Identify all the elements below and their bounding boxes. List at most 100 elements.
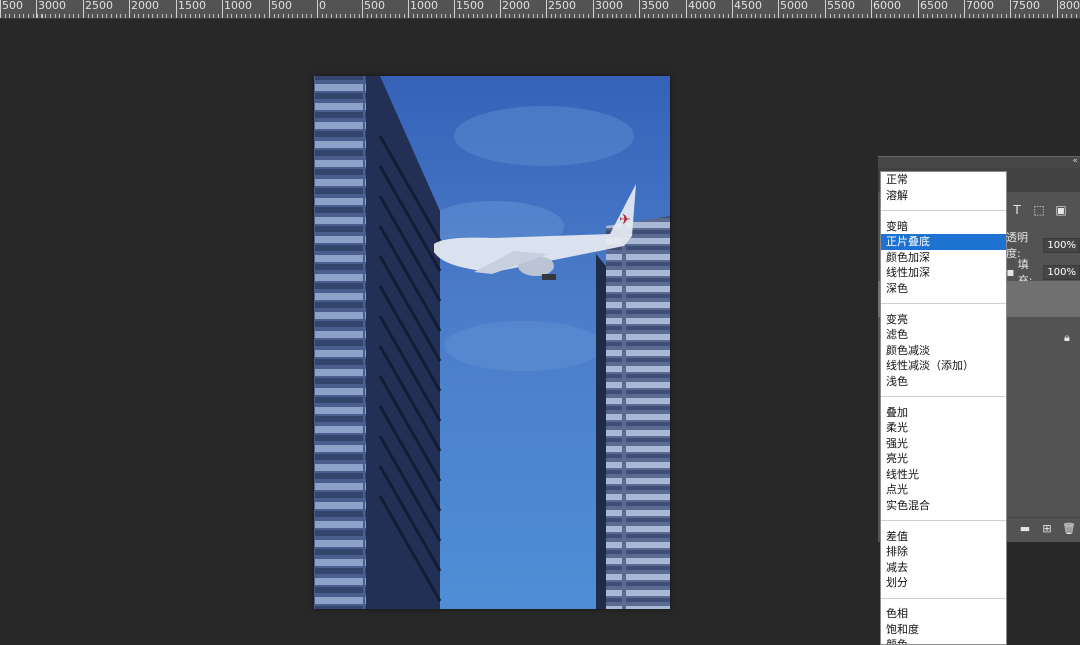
blend-mode-option[interactable]: 浅色 (881, 374, 1006, 390)
smart-object-filter-icon[interactable]: ▣ (1052, 201, 1070, 219)
ruler-minor-tick (718, 14, 720, 18)
ruler-minor-tick (389, 14, 391, 18)
blend-mode-option[interactable]: 正常 (881, 172, 1006, 188)
blend-mode-option[interactable]: 减去 (881, 560, 1006, 576)
blend-mode-option[interactable]: 颜色减淡 (881, 343, 1006, 359)
document-canvas[interactable]: ✈ (314, 76, 670, 609)
ruler-minor-tick (504, 14, 506, 18)
ruler-minor-tick (676, 14, 678, 18)
blend-mode-option[interactable]: 变亮 (881, 312, 1006, 328)
blend-mode-option[interactable]: 强光 (881, 436, 1006, 452)
ruler-minor-tick (287, 14, 289, 18)
ruler-minor-tick (1019, 14, 1021, 18)
ruler-minor-tick (750, 14, 752, 18)
ruler-minor-tick (982, 14, 984, 18)
ruler-minor-tick (620, 14, 622, 18)
ruler-minor-tick (249, 14, 251, 18)
ruler-minor-tick (23, 14, 25, 18)
ruler-minor-tick (973, 14, 975, 18)
ruler-minor-tick (138, 14, 140, 18)
delete-layer-icon[interactable]: 🗑︎ (1062, 522, 1076, 536)
ruler-minor-tick (889, 14, 891, 18)
blend-mode-option[interactable]: 溶解 (881, 188, 1006, 204)
ruler-minor-tick (263, 14, 265, 18)
blend-mode-option[interactable]: 柔光 (881, 420, 1006, 436)
blend-mode-option[interactable]: 颜色 (881, 637, 1006, 644)
blend-mode-option[interactable]: 点光 (881, 482, 1006, 498)
ruler-minor-tick (977, 14, 979, 18)
blend-mode-option[interactable]: 色相 (881, 606, 1006, 622)
blend-mode-option[interactable]: 滤色 (881, 327, 1006, 343)
ruler-minor-tick (550, 14, 552, 18)
blend-mode-option[interactable]: 实色混合 (881, 498, 1006, 514)
menu-separator (881, 389, 1006, 405)
blend-mode-option[interactable]: 正片叠底 (881, 234, 1006, 250)
blend-mode-option[interactable]: 排除 (881, 544, 1006, 560)
ruler-minor-tick (573, 14, 575, 18)
ruler-minor-tick (941, 14, 943, 18)
blend-mode-option[interactable]: 饱和度 (881, 622, 1006, 638)
shape-filter-icon[interactable]: ⬚ (1030, 201, 1048, 219)
blend-mode-option[interactable]: 亮光 (881, 451, 1006, 467)
ruler-minor-tick (101, 14, 103, 18)
new-layer-icon[interactable]: ⊞ (1040, 522, 1054, 536)
ruler-minor-tick (1042, 14, 1044, 18)
blend-mode-option[interactable]: 变暗 (881, 219, 1006, 235)
collapse-icon[interactable]: « (1072, 156, 1078, 166)
ruler-tick-label: 4000 (686, 0, 716, 18)
ruler-minor-tick (349, 14, 351, 18)
ruler-minor-tick (226, 14, 228, 18)
ruler-minor-tick (805, 14, 807, 18)
fill-field[interactable]: 100% (1043, 264, 1080, 280)
ruler-minor-tick (385, 14, 387, 18)
ruler-minor-tick (40, 14, 42, 18)
ruler-minor-tick (87, 14, 89, 18)
ruler-minor-tick (495, 14, 497, 18)
ruler-minor-tick (63, 14, 65, 18)
ruler-minor-tick (399, 14, 401, 18)
ruler-minor-tick (857, 14, 859, 18)
opacity-field[interactable]: 100% (1043, 237, 1080, 253)
ruler-minor-tick (643, 14, 645, 18)
blend-mode-option[interactable]: 深色 (881, 281, 1006, 297)
type-filter-icon[interactable]: T (1008, 201, 1026, 219)
ruler-minor-tick (634, 14, 636, 18)
ruler-minor-tick (235, 14, 237, 18)
ruler-minor-tick (801, 14, 803, 18)
horizontal-ruler[interactable]: 500 3000 2500 2000 1500 1000 500 0 500 1000 1500 20… (0, 0, 1080, 19)
blend-mode-option[interactable]: 差值 (881, 529, 1006, 545)
lock-all-icon[interactable]: ▪ (1006, 263, 1015, 281)
blend-mode-option[interactable]: 线性加深 (881, 265, 1006, 281)
ruler-minor-tick (301, 14, 303, 18)
ruler-minor-tick (170, 14, 172, 18)
ruler-minor-tick (45, 14, 47, 18)
ruler-minor-tick (463, 14, 465, 18)
ruler-minor-tick (908, 14, 910, 18)
ruler-minor-tick (927, 14, 929, 18)
blend-mode-option[interactable]: 线性减淡（添加） (881, 358, 1006, 374)
blend-mode-dropdown[interactable]: 正常 溶解变暗 正片叠底 颜色加深 线性加深 深色变亮 滤色 颜色减淡 线性减淡（添加） 浅色叠加… (880, 171, 1007, 645)
ruler-minor-tick (875, 14, 877, 18)
ruler-minor-tick (671, 14, 673, 18)
ruler-minor-tick (92, 14, 94, 18)
ruler-minor-tick (486, 14, 488, 18)
menu-separator (881, 591, 1006, 607)
ruler-minor-tick (611, 14, 613, 18)
ruler-minor-tick (866, 14, 868, 18)
ruler-minor-tick (375, 14, 377, 18)
new-group-icon[interactable]: ▬ (1018, 522, 1032, 536)
ruler-minor-tick (796, 14, 798, 18)
ruler-minor-tick (68, 14, 70, 18)
ruler-minor-tick (9, 14, 11, 18)
ruler-minor-tick (657, 14, 659, 18)
blend-mode-option[interactable]: 叠加 (881, 405, 1006, 421)
ruler-minor-tick (491, 14, 493, 18)
blend-mode-option[interactable]: 划分 (881, 575, 1006, 591)
ruler-minor-tick (49, 14, 51, 18)
ruler-minor-tick (606, 14, 608, 18)
ruler-minor-tick (1023, 14, 1025, 18)
blend-mode-option[interactable]: 颜色加深 (881, 250, 1006, 266)
ruler-minor-tick (564, 14, 566, 18)
ruler-minor-tick (115, 14, 117, 18)
blend-mode-option[interactable]: 线性光 (881, 467, 1006, 483)
